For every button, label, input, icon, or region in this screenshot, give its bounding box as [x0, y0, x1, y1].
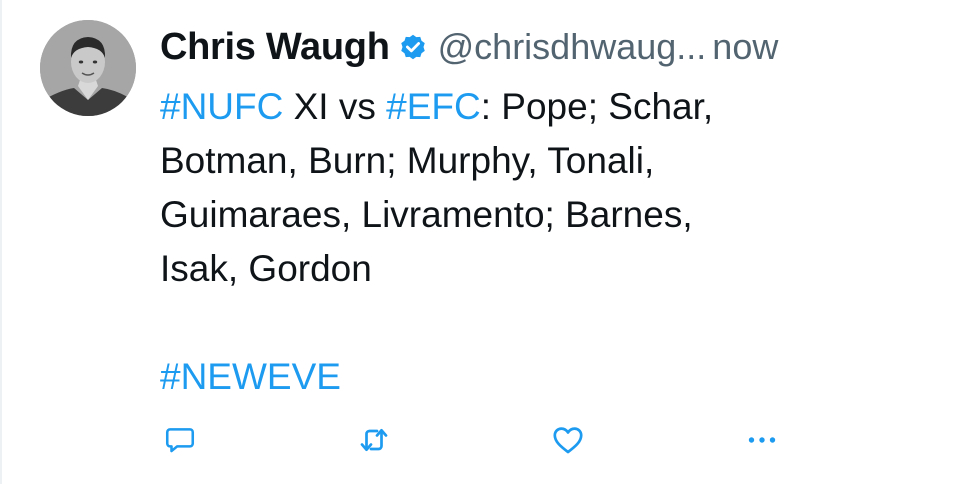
- tweet-card[interactable]: Chris Waugh @chrisdhwaug... now #NUFC XI…: [0, 0, 960, 484]
- like-button[interactable]: [548, 420, 588, 460]
- tweet-header: Chris Waugh @chrisdhwaug... now: [160, 20, 940, 74]
- retweet-button[interactable]: [354, 420, 394, 460]
- tweet-actions: [160, 420, 800, 460]
- avatar-photo: [40, 20, 136, 116]
- avatar[interactable]: [40, 20, 136, 116]
- more-button[interactable]: [742, 420, 782, 460]
- tweet-line-3: Guimaraes, Livramento; Barnes,: [160, 194, 693, 235]
- like-icon: [550, 422, 586, 458]
- tweet-line-1: #NUFC XI vs #EFC: Pope; Schar,: [160, 80, 940, 134]
- tweet-text-segment: XI vs: [283, 86, 387, 127]
- reply-button[interactable]: [160, 420, 200, 460]
- card-border: [0, 0, 2, 484]
- author-name[interactable]: Chris Waugh: [160, 26, 390, 69]
- reply-icon: [163, 423, 197, 457]
- author-handle[interactable]: @chrisdhwaug...: [438, 26, 707, 68]
- tweet-text: #NUFC XI vs #EFC: Pope; Schar, Botman, B…: [160, 80, 940, 404]
- hashtag-nufc[interactable]: #NUFC: [160, 86, 283, 127]
- tweet-timestamp[interactable]: now: [712, 26, 778, 68]
- hashtag-efc[interactable]: #EFC: [386, 86, 481, 127]
- tweet-text-segment: : Pope; Schar,: [480, 86, 714, 127]
- tweet-line-2: Botman, Burn; Murphy, Tonali,: [160, 140, 655, 181]
- tweet-line-4: Isak, Gordon: [160, 248, 372, 289]
- hashtag-neweve[interactable]: #NEWEVE: [160, 356, 341, 397]
- tweet-line-6: #NEWEVE: [160, 350, 940, 404]
- verified-badge-icon: [398, 32, 428, 62]
- retweet-icon: [356, 422, 392, 458]
- more-icon: [744, 422, 780, 458]
